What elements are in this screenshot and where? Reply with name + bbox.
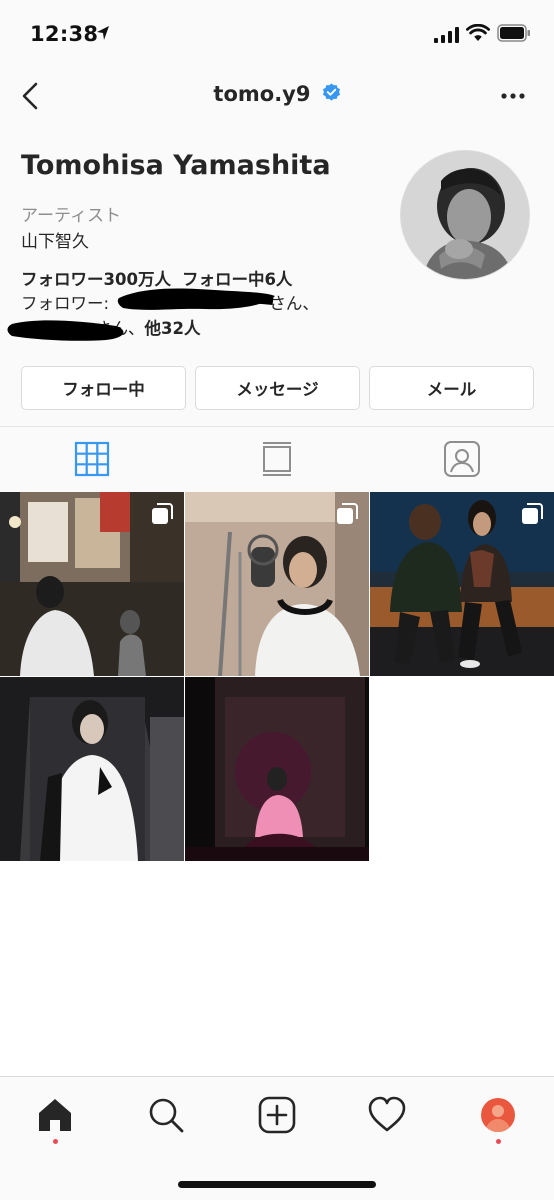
post-thumbnail[interactable] bbox=[185, 677, 369, 861]
following-button[interactable]: フォロー中 bbox=[21, 366, 186, 410]
verified-badge-icon bbox=[322, 83, 340, 101]
username: tomo.y9 bbox=[213, 82, 311, 106]
email-button[interactable]: メール bbox=[369, 366, 534, 410]
profile-tabs bbox=[0, 426, 554, 492]
profile-avatar[interactable] bbox=[400, 150, 530, 280]
wifi-icon bbox=[466, 24, 490, 41]
home-icon[interactable] bbox=[35, 1095, 75, 1135]
username-title: tomo.y9 bbox=[0, 82, 554, 106]
redaction-scribble bbox=[117, 288, 275, 310]
new-post-icon[interactable] bbox=[257, 1095, 297, 1135]
multiple-photos-icon bbox=[152, 503, 173, 524]
followed-by-prefix: フォロワー: bbox=[21, 294, 115, 313]
profile-header: tomo.y9 bbox=[0, 66, 554, 128]
battery-icon bbox=[497, 24, 530, 42]
feed-icon[interactable] bbox=[257, 439, 297, 479]
post-thumbnail[interactable] bbox=[0, 492, 184, 676]
search-icon[interactable] bbox=[146, 1095, 186, 1135]
bottom-nav bbox=[0, 1076, 554, 1200]
status-bar: 12:38 bbox=[0, 0, 554, 66]
profile-notification-dot bbox=[496, 1139, 501, 1144]
home-indicator bbox=[178, 1181, 376, 1188]
heart-icon[interactable] bbox=[367, 1095, 407, 1135]
status-time: 12:38 bbox=[30, 22, 99, 46]
empty-area bbox=[0, 862, 554, 1076]
post-thumbnail[interactable] bbox=[0, 677, 184, 861]
signal-bars-icon bbox=[434, 27, 459, 43]
grid-icon[interactable] bbox=[72, 439, 112, 479]
posts-grid bbox=[0, 492, 554, 862]
profile-avatar-icon[interactable] bbox=[478, 1095, 518, 1135]
profile-section: Tomohisa Yamashita アーティスト 山下智久 フォロワー300万… bbox=[0, 128, 554, 426]
multiple-photos-icon bbox=[337, 503, 358, 524]
category-label: アーティスト bbox=[21, 206, 121, 226]
bio-text: 山下智久 bbox=[21, 232, 89, 252]
home-notification-dot bbox=[53, 1139, 58, 1144]
more-dots-icon[interactable] bbox=[498, 84, 530, 108]
post-thumbnail[interactable] bbox=[370, 492, 554, 676]
redaction-scribble bbox=[7, 320, 124, 341]
location-arrow-icon bbox=[97, 26, 109, 40]
followed-by-others: 他32人 bbox=[144, 319, 201, 338]
post-thumbnail[interactable] bbox=[185, 492, 369, 676]
message-button[interactable]: メッセージ bbox=[195, 366, 360, 410]
multiple-photos-icon bbox=[522, 503, 543, 524]
full-name: Tomohisa Yamashita bbox=[21, 150, 331, 181]
tagged-person-icon[interactable] bbox=[442, 439, 482, 479]
